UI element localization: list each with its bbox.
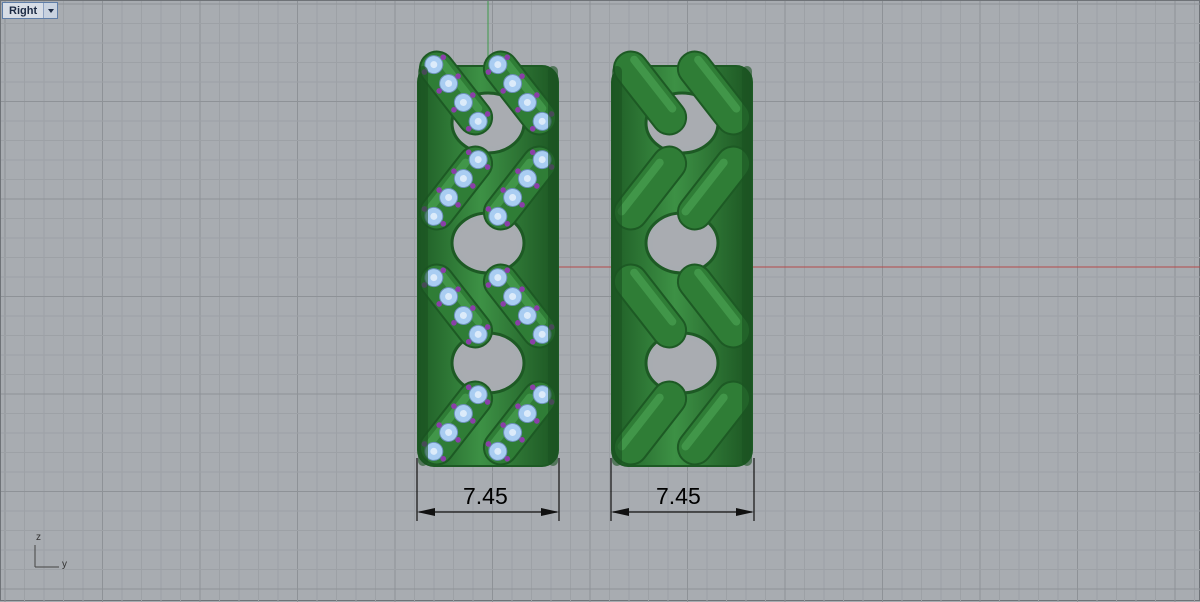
ring-edge-shadow — [612, 66, 622, 466]
dimension-arrow — [541, 508, 559, 516]
ring-edge-shadow — [742, 66, 752, 466]
right-viewport[interactable]: Right 7.45 7.45 z y — [0, 0, 1200, 602]
y-axis-label: y — [62, 559, 67, 570]
viewport-title[interactable]: Right — [3, 3, 43, 18]
ring-edge-shadow — [548, 66, 558, 466]
z-axis-label: z — [36, 532, 41, 543]
dimension-value-left: 7.45 — [463, 483, 508, 509]
dimension-arrow — [417, 508, 435, 516]
ring-edge-shadow — [418, 66, 428, 466]
dimension-arrow — [736, 508, 754, 516]
plain-chain-ring[interactable] — [607, 45, 757, 472]
viewport-canvas[interactable] — [1, 1, 1200, 602]
dimension-value-right: 7.45 — [656, 483, 701, 509]
axis-indicator — [34, 545, 59, 568]
construction-grid — [1, 1, 1200, 602]
viewport-title-tab[interactable]: Right — [2, 2, 59, 19]
dimension-arrow — [611, 508, 629, 516]
pave-chain-ring[interactable] — [413, 45, 563, 472]
chevron-down-icon[interactable] — [43, 3, 58, 18]
